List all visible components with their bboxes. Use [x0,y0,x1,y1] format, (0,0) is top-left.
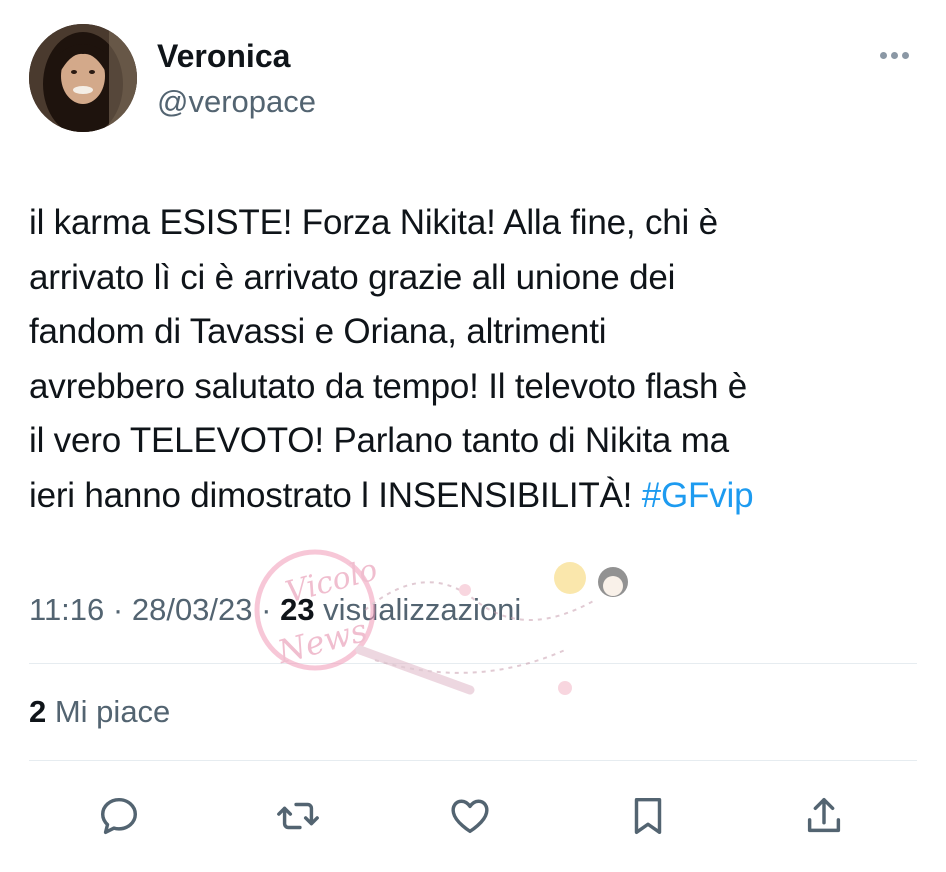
more-dot-icon [890,51,898,59]
tweet-date[interactable]: 28/03/23 [132,592,253,627]
watermark: Vicolo News [215,540,655,720]
divider [29,663,917,664]
avatar-image [29,24,137,132]
avatar[interactable] [29,24,137,132]
tweet-text-line: arrivato lì ci è arrivato grazie all uni… [29,257,676,297]
likes-summary[interactable]: 2 Mi piace [29,692,170,732]
like-button[interactable] [446,792,494,840]
tweet-text-line: avrebbero salutato da tempo! Il televoto… [29,366,748,406]
views-count: 23 [280,592,315,627]
tweet-text: il karma ESISTE! Forza Nikita! Alla fine… [29,196,919,523]
bookmark-button[interactable] [624,792,672,840]
tweet-text-line: fandom di Tavassi e Oriana, altrimenti [29,312,607,351]
meta-separator: · [252,592,281,627]
heart-icon [451,799,489,834]
tweet-card: Veronica @veropace il karma ESISTE! Forz… [0,0,946,872]
hashtag-link[interactable]: #GFvip [642,476,754,515]
author-handle[interactable]: @veropace [157,82,316,122]
tweet-meta: 11:16 · 28/03/23 · 23 visualizzazioni [29,590,521,630]
more-dot-icon [901,51,909,59]
bookmark-icon [634,797,662,835]
more-dot-icon [879,51,887,59]
watermark-graphic [254,549,628,695]
tweet-text-line: il karma ESISTE! Forza Nikita! Alla fine… [29,203,718,242]
meta-separator: · [104,592,132,627]
likes-label: Mi piace [46,694,171,729]
author-name[interactable]: Veronica [157,36,290,76]
retweet-icon [277,802,319,830]
divider [29,760,917,761]
tweet-text-line: il vero TELEVOTO! Parlano tanto di Nikit… [29,421,729,460]
reply-button[interactable] [95,792,143,840]
reply-icon [100,797,138,835]
tweet-time[interactable]: 11:16 [29,592,104,627]
likes-count: 2 [29,694,47,729]
more-options-button[interactable] [872,40,916,70]
retweet-button[interactable] [274,792,322,840]
tweet-text-segment: ieri hanno dimostrato l INSENSIBILITÀ! [29,475,642,515]
share-icon [807,797,841,833]
share-button[interactable] [800,792,848,840]
views-label: visualizzazioni [314,592,522,627]
tweet-text-last-line: ieri hanno dimostrato l INSENSIBILITÀ! #… [29,469,919,524]
